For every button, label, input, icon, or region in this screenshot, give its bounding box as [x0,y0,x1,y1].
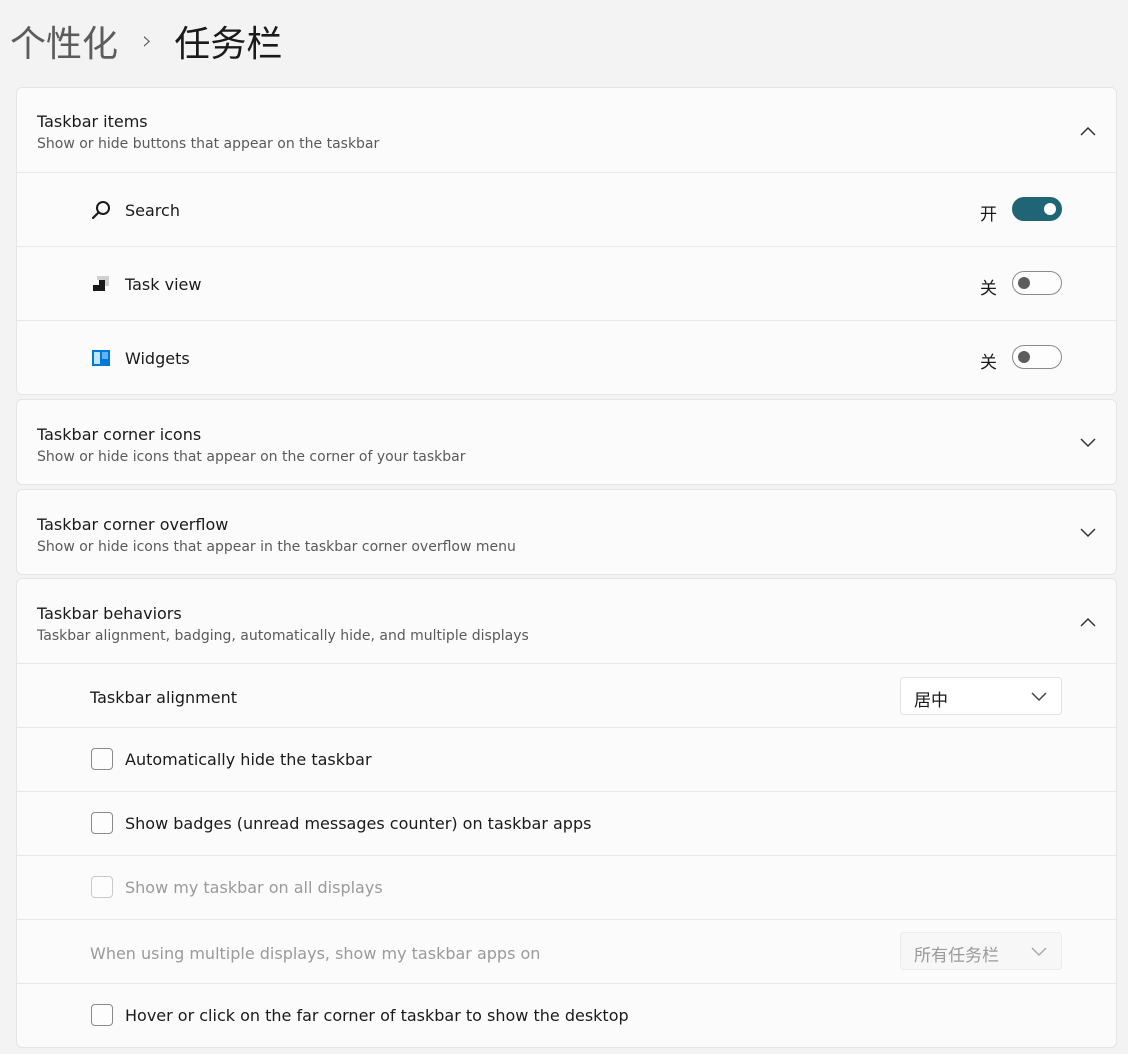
search-label: Search [125,201,180,220]
taskbar-item-search: Search 开 [17,172,1116,246]
taskbar-behaviors-header[interactable]: Taskbar behaviors Taskbar alignment, bad… [17,579,1116,663]
task-view-icon [90,273,112,295]
show-desktop-checkbox[interactable] [91,1004,113,1026]
taskbar-alignment-label: Taskbar alignment [90,688,237,707]
show-desktop-label[interactable]: Hover or click on the far corner of task… [125,1006,629,1025]
page-title: 任务栏 [174,24,283,65]
search-toggle-state: 开 [980,205,997,225]
taskbar-corner-overflow-header[interactable]: Taskbar corner overflow Show or hide ico… [17,490,1116,574]
chevron-up-icon[interactable] [1078,612,1098,632]
toggle-knob [1018,351,1030,363]
auto-hide-checkbox[interactable] [91,748,113,770]
taskbar-behaviors-subtitle: Taskbar alignment, badging, automaticall… [37,628,529,644]
all-displays-label: Show my taskbar on all displays [125,878,383,897]
all-displays-checkbox[interactable] [91,876,113,898]
multi-display-dropdown[interactable]: 所有任务栏 [900,932,1062,970]
task-view-toggle[interactable] [1012,271,1062,295]
badges-row: Show badges (unread messages counter) on… [17,791,1116,855]
chevron-down-icon[interactable] [1078,433,1098,453]
taskbar-corner-icons-subtitle: Show or hide icons that appear on the co… [37,449,466,465]
widgets-icon [90,347,112,369]
toggle-knob [1044,203,1056,215]
chevron-down-icon [1031,692,1047,702]
toggle-knob [1018,277,1030,289]
taskbar-corner-icons-card[interactable]: Taskbar corner icons Show or hide icons … [16,399,1117,485]
taskbar-corner-icons-title: Taskbar corner icons [37,425,202,444]
widgets-toggle-state: 关 [980,353,997,373]
taskbar-item-widgets: Widgets 关 [17,320,1116,394]
widgets-label: Widgets [125,349,190,368]
taskbar-behaviors-card: Taskbar behaviors Taskbar alignment, bad… [16,578,1117,1048]
task-view-label: Task view [125,275,202,294]
taskbar-corner-overflow-title: Taskbar corner overflow [37,515,229,534]
search-icon [90,199,112,221]
taskbar-alignment-dropdown[interactable]: 居中 [900,677,1062,715]
chevron-down-icon [1031,947,1047,957]
search-toggle[interactable] [1012,197,1062,221]
taskbar-alignment-value: 居中 [914,691,948,711]
taskbar-items-subtitle: Show or hide buttons that appear on the … [37,136,380,152]
taskbar-corner-overflow-subtitle: Show or hide icons that appear in the ta… [37,539,516,555]
taskbar-items-title: Taskbar items [37,112,148,131]
multi-display-value: 所有任务栏 [914,946,999,966]
taskbar-items-header[interactable]: Taskbar items Show or hide buttons that … [17,88,1116,172]
multi-display-label: When using multiple displays, show my ta… [90,944,541,963]
all-displays-row: Show my taskbar on all displays [17,855,1116,919]
taskbar-corner-icons-header[interactable]: Taskbar corner icons Show or hide icons … [17,400,1116,484]
breadcrumb-separator: › [142,26,153,56]
badges-checkbox[interactable] [91,812,113,834]
taskbar-corner-overflow-card[interactable]: Taskbar corner overflow Show or hide ico… [16,489,1117,575]
auto-hide-label[interactable]: Automatically hide the taskbar [125,750,372,769]
show-desktop-row: Hover or click on the far corner of task… [17,983,1116,1047]
taskbar-items-card: Taskbar items Show or hide buttons that … [16,87,1117,395]
taskbar-item-task-view: Task view 关 [17,246,1116,320]
multi-display-row: When using multiple displays, show my ta… [17,919,1116,983]
task-view-toggle-state: 关 [980,279,997,299]
chevron-down-icon[interactable] [1078,523,1098,543]
taskbar-alignment-row: Taskbar alignment 居中 [17,663,1116,727]
breadcrumb-parent-link[interactable]: 个性化 [10,15,118,67]
breadcrumb: 个性化 › 任务栏 [10,16,282,66]
auto-hide-row: Automatically hide the taskbar [17,727,1116,791]
badges-label[interactable]: Show badges (unread messages counter) on… [125,814,591,833]
taskbar-behaviors-title: Taskbar behaviors [37,604,182,623]
widgets-toggle[interactable] [1012,345,1062,369]
chevron-up-icon[interactable] [1078,121,1098,141]
